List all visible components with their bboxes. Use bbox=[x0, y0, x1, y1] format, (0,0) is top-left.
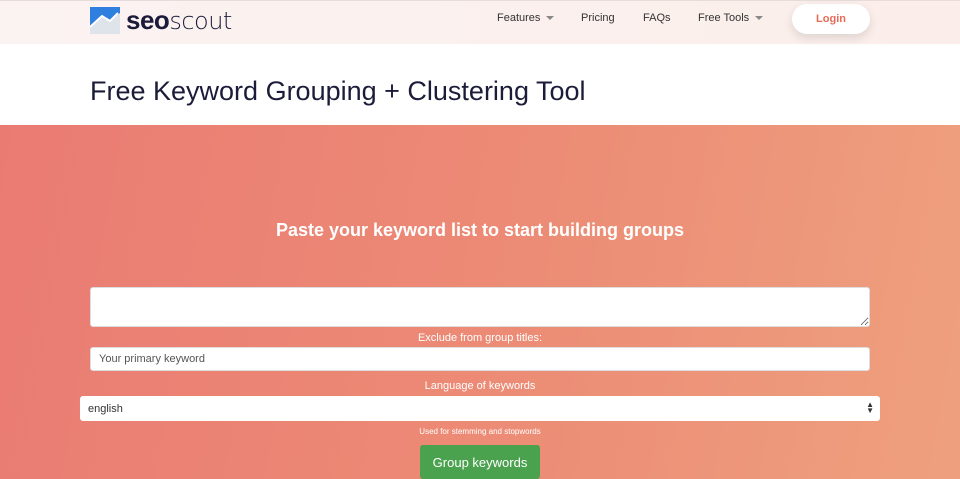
language-label: Language of keywords bbox=[424, 380, 536, 392]
login-button[interactable]: Login bbox=[792, 4, 870, 34]
group-keywords-button[interactable]: Group keywords bbox=[420, 445, 540, 479]
exclude-label: Exclude from group titles: bbox=[417, 332, 543, 344]
logo-bold: seo bbox=[126, 5, 170, 35]
exclude-input[interactable] bbox=[90, 347, 870, 371]
tool-form: Paste your keyword list to start buildin… bbox=[0, 125, 960, 479]
keywords-textarea[interactable] bbox=[90, 287, 870, 327]
page-title: Free Keyword Grouping + Clustering Tool bbox=[90, 76, 586, 106]
form-heading: Paste your keyword list to start buildin… bbox=[275, 220, 685, 240]
logo-light: scout bbox=[169, 7, 232, 35]
caret-down-icon bbox=[755, 16, 764, 21]
nav-pricing[interactable]: Pricing bbox=[581, 12, 615, 24]
nav-faqs[interactable]: FAQs bbox=[643, 12, 671, 24]
logo[interactable]: seoscout bbox=[90, 5, 232, 36]
select-arrows-icon: ▲ ▼ bbox=[866, 400, 874, 415]
language-help: Used for stemming and stopwords bbox=[419, 427, 541, 436]
top-nav: seoscout Features Pricing FAQs Free Tool… bbox=[0, 0, 960, 44]
caret-down-icon bbox=[546, 16, 555, 21]
logo-icon bbox=[90, 7, 120, 34]
nav-features[interactable]: Features bbox=[497, 12, 555, 24]
nav-free-tools[interactable]: Free Tools bbox=[698, 12, 764, 24]
language-select[interactable]: english ▲ ▼ bbox=[80, 396, 880, 421]
